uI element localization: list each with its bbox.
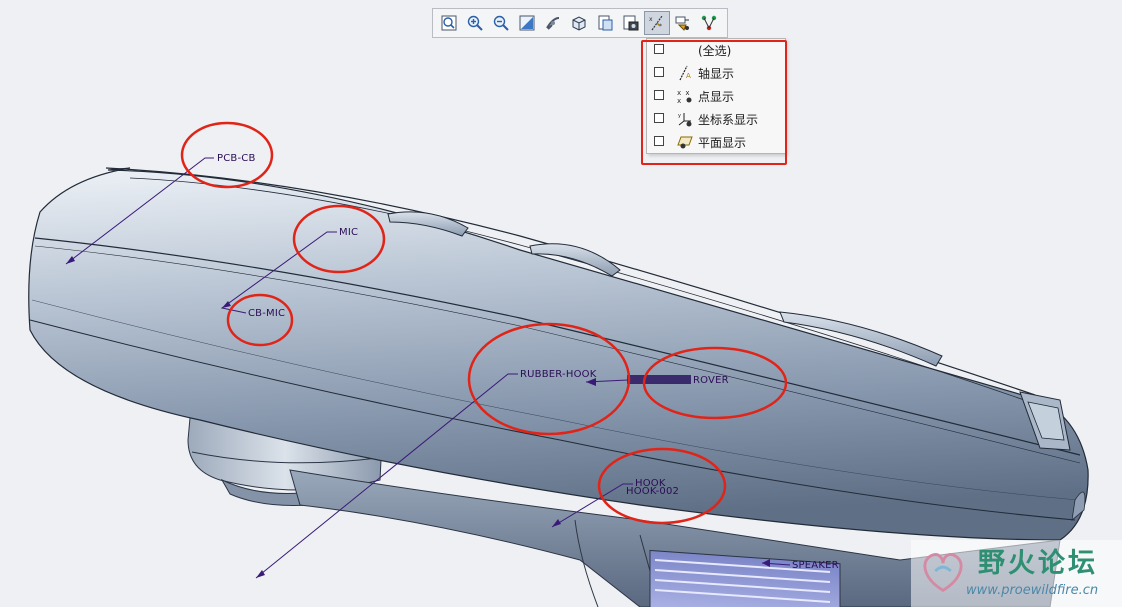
view-manager-icon [623,15,639,31]
watermark-logo-icon [923,553,963,593]
model-tree-display-icon [701,15,717,31]
zoom-out-icon [493,15,509,31]
label-cb-mic[interactable]: CB-MIC [248,308,285,319]
spin-center-button[interactable] [540,11,566,35]
label-pcb-cb[interactable]: PCB-CB [217,153,256,164]
annotation-display-button[interactable] [670,11,696,35]
display-style-icon [572,16,586,31]
spin-center-icon [546,17,560,30]
saved-views-button[interactable] [592,11,618,35]
view-manager-button[interactable] [618,11,644,35]
label-cover[interactable]: ROVER [693,375,729,386]
zoom-out-button[interactable] [488,11,514,35]
repaint-icon [519,15,535,31]
label-hook-002[interactable]: HOOK-002 [626,486,679,497]
label-speaker[interactable]: SPEAKER [792,560,839,571]
model-main-body [28,167,1089,541]
refit-icon [441,15,457,31]
display-style-button[interactable] [566,11,592,35]
watermark-title: 野火论坛 [978,548,1098,579]
overlapping-labels-cluster [627,375,691,384]
annotation-display-icon [675,16,689,31]
view-toolbar: x * [432,8,728,38]
svg-text:x: x [649,16,653,23]
datum-display-filters-icon: x* [649,15,663,31]
label-rubber-hook[interactable]: RUBBER-HOOK [520,369,596,380]
svg-text:*: * [659,23,662,30]
menu-highlight-box [641,40,787,165]
watermark-url: www.proewildfire.cn [966,583,1099,598]
datum-display-filters-button[interactable]: x * [644,11,670,35]
saved-views-icon [598,15,613,31]
zoom-in-icon [467,15,483,31]
model-tree-display-button[interactable] [696,11,722,35]
model-viewport[interactable] [0,0,1122,607]
repaint-button[interactable] [514,11,540,35]
refit-button[interactable] [436,11,462,35]
zoom-in-button[interactable] [462,11,488,35]
label-mic[interactable]: MIC [339,227,358,238]
